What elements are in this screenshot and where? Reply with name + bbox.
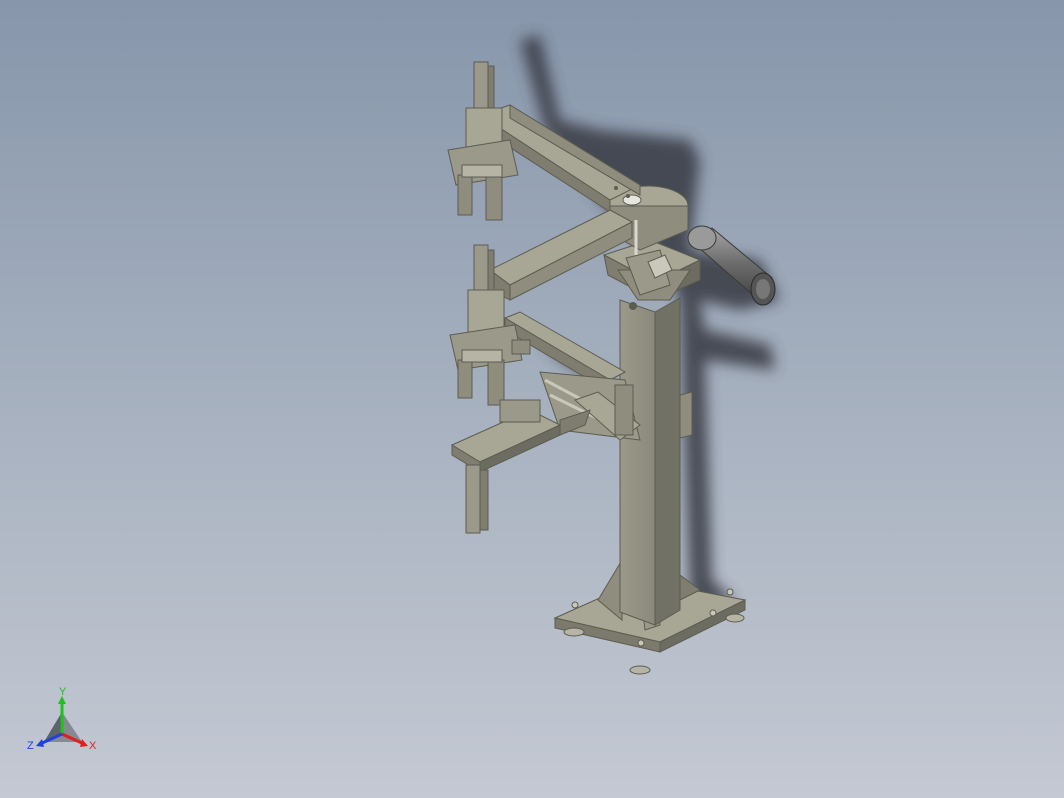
z-axis-label: Z — [27, 740, 34, 752]
gripper-top — [447, 61, 519, 221]
x-axis-label: X — [89, 740, 97, 752]
y-axis-label: Y — [59, 686, 67, 698]
cad-viewport[interactable]: Y X Z — [0, 0, 1064, 798]
lower-slide-fixture — [450, 371, 641, 534]
robot-arm-model[interactable] — [0, 0, 1064, 798]
axis-triad[interactable]: Y X Z — [26, 684, 106, 756]
